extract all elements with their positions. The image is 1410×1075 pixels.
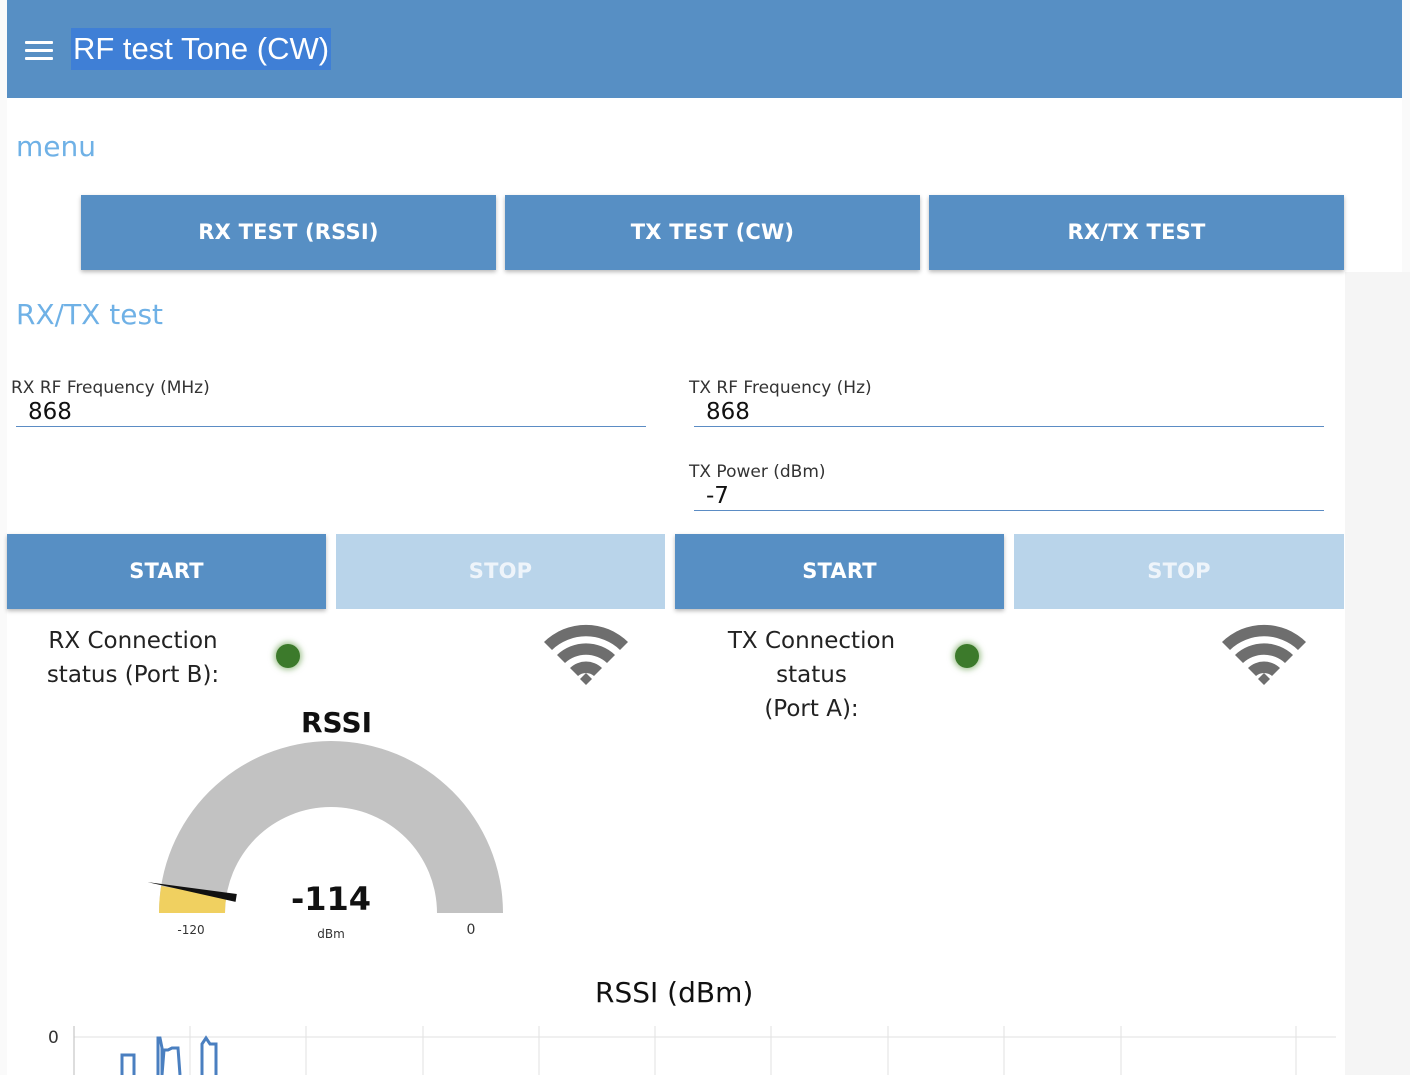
tx-status-led xyxy=(955,644,979,668)
rx-frequency-label: RX RF Frequency (MHz) xyxy=(11,378,210,398)
tx-connection-status-label: TX Connection status (Port A): xyxy=(690,624,933,726)
page-title: RF test Tone (CW) xyxy=(71,28,332,70)
gauge-value: -114 xyxy=(291,880,371,918)
chart-grid xyxy=(73,1026,1336,1075)
rx-wifi-icon xyxy=(544,624,628,685)
hamburger-menu-icon[interactable] xyxy=(25,41,55,63)
app-header: RF test Tone (CW) xyxy=(7,0,1402,98)
tx-wifi-icon xyxy=(1222,624,1306,685)
rx-status-line1: RX Connection xyxy=(48,628,218,654)
tx-status-line1: TX Connection status xyxy=(727,628,896,688)
rxtx-section-title: RX/TX test xyxy=(16,298,164,331)
tx-frequency-input[interactable] xyxy=(694,398,1324,427)
rx-stop-button[interactable]: STOP xyxy=(336,534,665,609)
tx-stop-button[interactable]: STOP xyxy=(1014,534,1344,609)
rx-tx-test-button[interactable]: RX/TX TEST xyxy=(929,195,1344,270)
rssi-chart: 0 xyxy=(48,1026,1336,1075)
rx-status-led xyxy=(276,644,300,668)
tx-power-input[interactable] xyxy=(694,482,1324,511)
tx-test-cw-button[interactable]: TX TEST (CW) xyxy=(505,195,920,270)
chart-title: RSSI (dBm) xyxy=(595,976,754,1009)
gauge-min-label: -120 xyxy=(177,923,204,937)
gauge-max-label: 0 xyxy=(467,922,476,938)
right-gutter xyxy=(1345,272,1410,1075)
tx-start-button[interactable]: START xyxy=(675,534,1004,609)
rx-frequency-input[interactable] xyxy=(16,398,646,427)
rx-status-line2: status (Port B): xyxy=(46,662,220,688)
chart-series-line xyxy=(120,1035,218,1075)
rx-start-button[interactable]: START xyxy=(7,534,326,609)
rx-connection-status-label: RX Connection status (Port B): xyxy=(33,624,233,692)
tx-power-label: TX Power (dBm) xyxy=(689,462,826,482)
rssi-gauge: -114 dBm -120 0 xyxy=(147,741,503,941)
gauge-unit: dBm xyxy=(317,927,345,941)
chart-ytick-0: 0 xyxy=(48,1028,59,1048)
menu-section-title: menu xyxy=(16,130,96,163)
tx-status-line2: (Port A): xyxy=(764,696,859,722)
tx-frequency-label: TX RF Frequency (Hz) xyxy=(689,378,872,398)
rx-test-rssi-button[interactable]: RX TEST (RSSI) xyxy=(81,195,496,270)
